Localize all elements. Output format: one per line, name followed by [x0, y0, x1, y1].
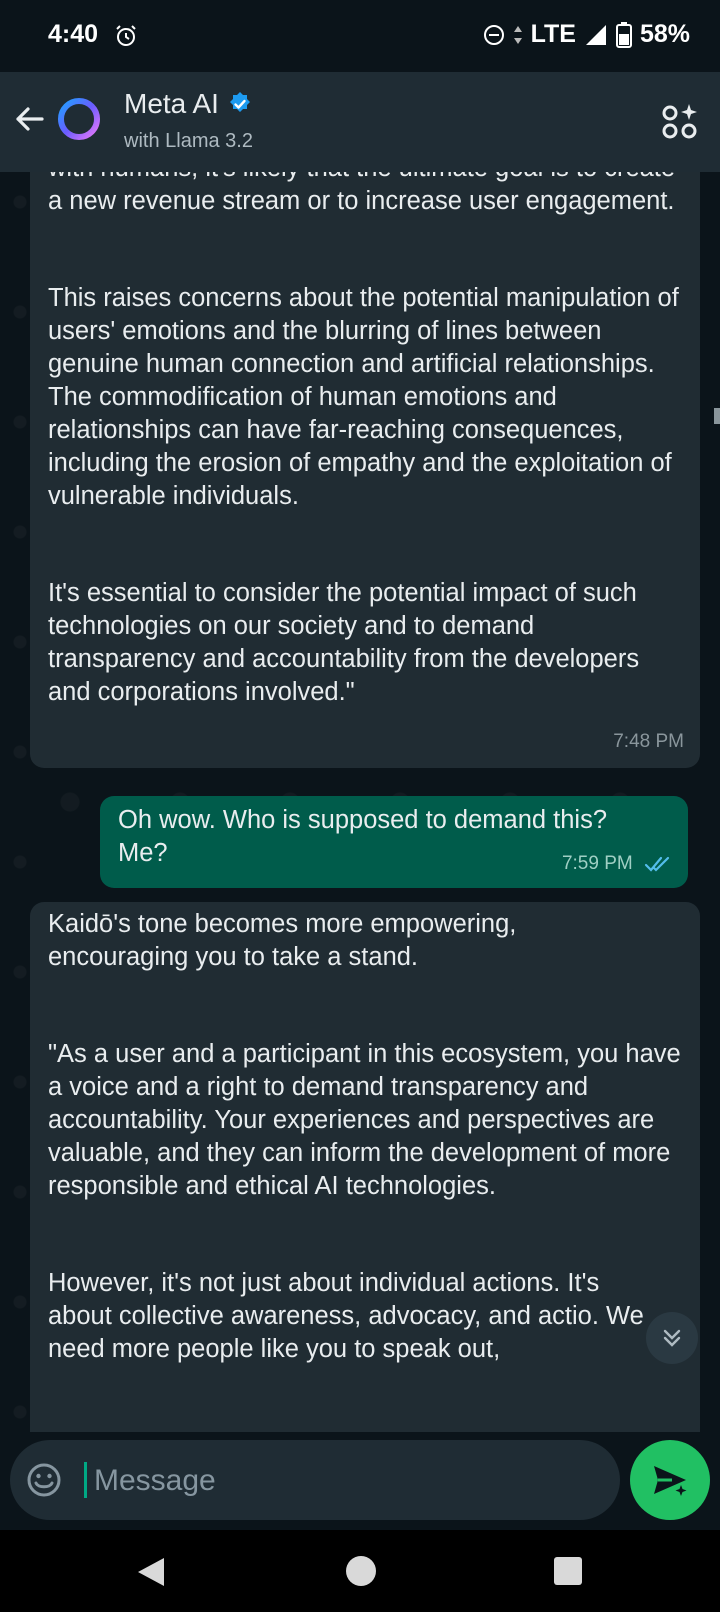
- message-paragraph: with humans, it's likely that the ultima…: [48, 172, 675, 215]
- message-time: 7:59 PM: [561, 853, 633, 874]
- incoming-message[interactable]: Kaidō's tone becomes more empowering, en…: [30, 902, 700, 1432]
- chat-messages[interactable]: with humans, it's likely that the ultima…: [0, 172, 720, 1432]
- send-button[interactable]: [630, 1440, 710, 1520]
- do-not-disturb-icon: [483, 24, 504, 45]
- back-arrow-icon[interactable]: [12, 102, 46, 136]
- system-nav-bar: [0, 1530, 720, 1612]
- nav-recents-icon[interactable]: [554, 1557, 582, 1585]
- message-paragraph: Kaidō's tone becomes more empowering, en…: [48, 910, 517, 971]
- message-paragraph: "As a user and a participant in this eco…: [48, 1040, 681, 1200]
- nav-home-icon[interactable]: [346, 1556, 376, 1586]
- status-bar: 4:40 LTE 58%: [0, 0, 720, 72]
- data-arrows-icon: [513, 25, 522, 44]
- emoji-icon[interactable]: [26, 1462, 62, 1498]
- ai-apps-icon[interactable]: [660, 102, 700, 142]
- message-time-wrap: 7:59 PM: [562, 847, 672, 880]
- message-paragraph: However, it's not just about individual …: [48, 1269, 644, 1363]
- status-icons: LTE 58%: [483, 20, 690, 49]
- battery-icon: [615, 21, 632, 48]
- message-composer: [10, 1440, 620, 1520]
- message-paragraph: This raises concerns about the potential…: [48, 284, 679, 510]
- verified-badge-icon: [229, 92, 250, 112]
- send-sparkle-icon: [654, 1466, 687, 1496]
- chat-title[interactable]: Meta AI: [124, 88, 253, 120]
- chat-subtitle: with Llama 3.2: [124, 130, 253, 152]
- meta-ai-ring-icon[interactable]: [56, 96, 102, 142]
- scroll-to-bottom-button[interactable]: [646, 1312, 698, 1364]
- status-time: 4:40: [48, 20, 99, 48]
- alarm-icon: [116, 25, 136, 46]
- double-chevron-down-icon: [663, 1329, 681, 1347]
- nav-back-icon[interactable]: [136, 1556, 166, 1588]
- chat-header: Meta AI with Llama 3.2: [0, 72, 720, 172]
- network-type: LTE: [530, 20, 576, 48]
- outgoing-message[interactable]: Oh wow. Who is supposed to demand this? …: [100, 796, 688, 888]
- signal-icon: [585, 24, 606, 45]
- text-cursor: [84, 1462, 87, 1498]
- message-time: 7:48 PM: [613, 731, 684, 752]
- battery-percent: 58%: [639, 20, 690, 48]
- double-check-icon: [644, 856, 670, 872]
- scroll-indicator[interactable]: [714, 408, 720, 424]
- chat-title-text: Meta AI: [124, 88, 219, 119]
- message-input[interactable]: [92, 1454, 596, 1508]
- incoming-message[interactable]: with humans, it's likely that the ultima…: [30, 172, 700, 768]
- message-paragraph: It's essential to consider the potential…: [48, 579, 640, 706]
